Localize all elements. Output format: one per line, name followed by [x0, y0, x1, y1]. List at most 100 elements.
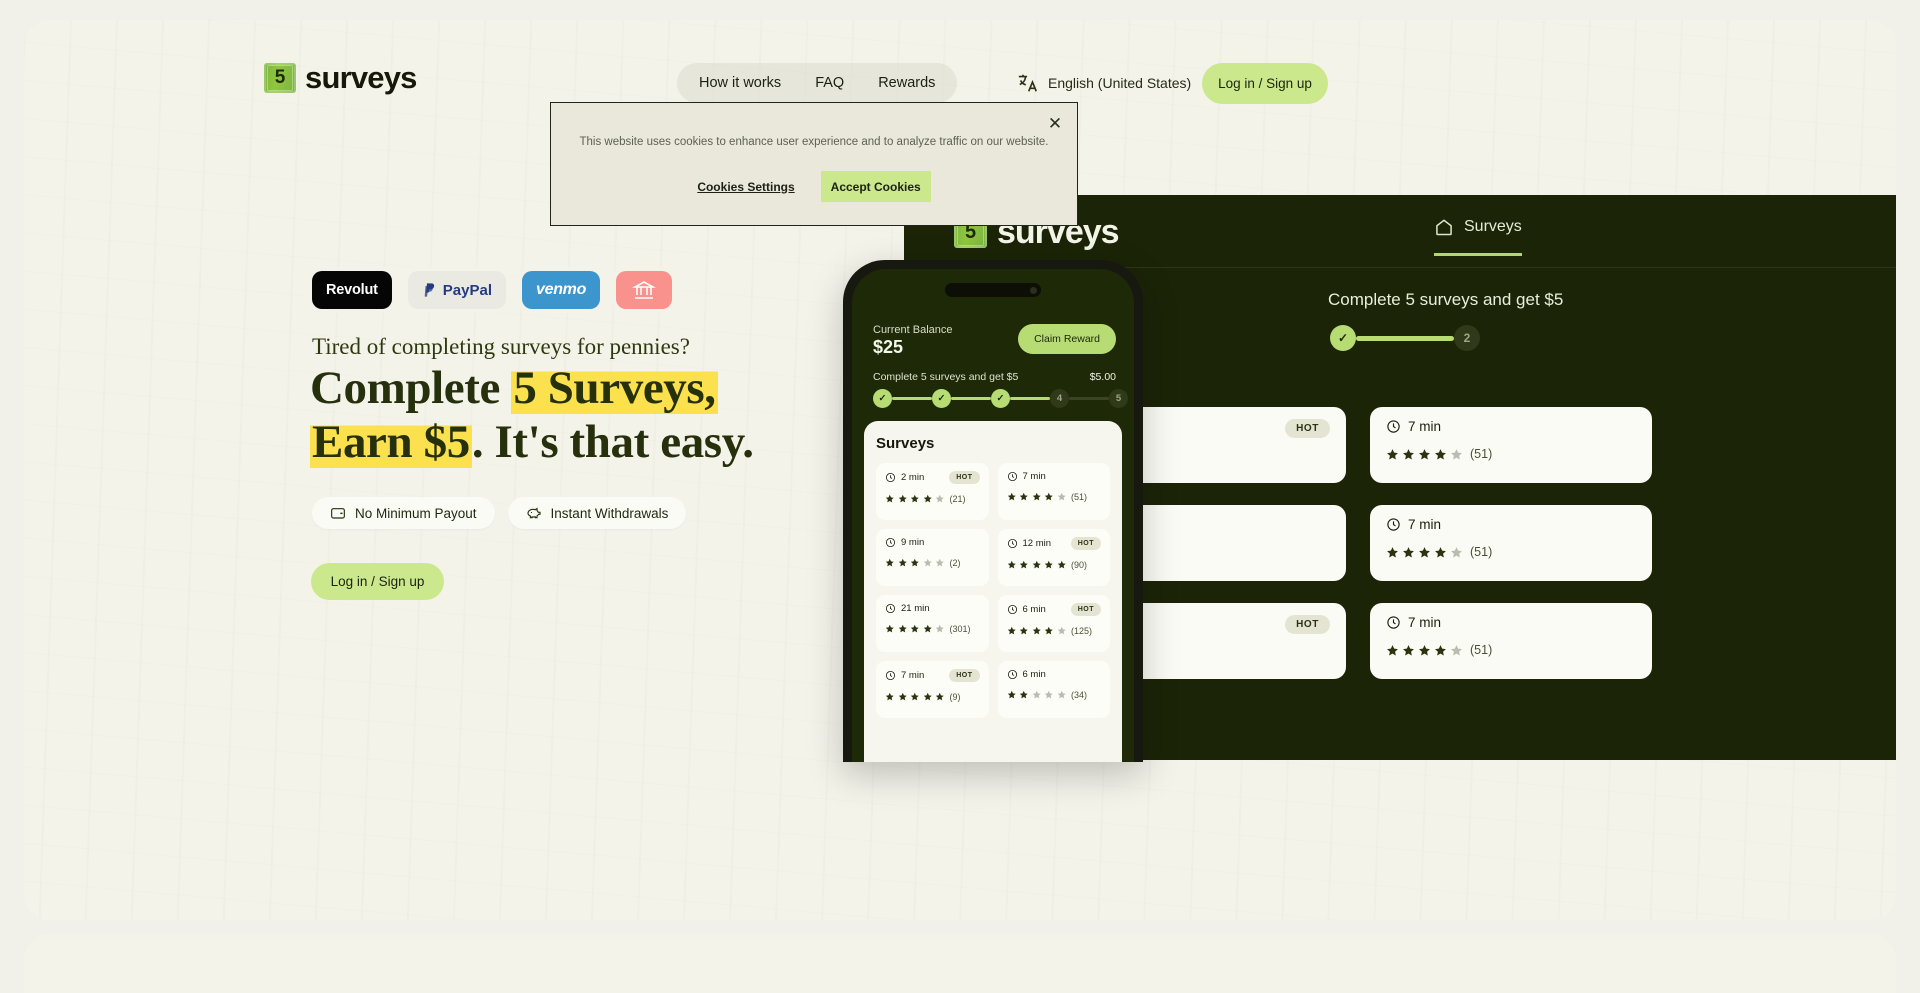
header-login-button[interactable]: Log in / Sign up [1202, 63, 1328, 104]
logo-wordmark: surveys [305, 60, 417, 95]
star-icon [935, 693, 944, 701]
cookie-actions: Cookies Settings Accept Cookies [551, 171, 1077, 202]
clock-icon [885, 537, 896, 548]
star-icon [910, 625, 919, 633]
phone-card-count: (21) [949, 494, 966, 504]
preview-card-count-3: (51) [1470, 643, 1493, 657]
phone-survey-card[interactable]: 6 min (34) [997, 661, 1110, 718]
phone-surveys-sheet: Surveys 2 min HOT (21) 7 min (51) 9 min (2) 12 … [864, 421, 1122, 762]
clock-icon [1007, 669, 1017, 680]
language-selector[interactable]: English (United States) [1017, 72, 1191, 94]
star-icon [910, 559, 919, 567]
feature-pill-instant-withdrawals: Instant Withdrawals [507, 497, 687, 529]
star-icon [1032, 691, 1041, 699]
phone-card-rating: (301) [885, 624, 980, 634]
cookie-message: This website uses cookies to enhance use… [579, 136, 1049, 148]
phone-survey-card[interactable]: 7 min (51) [997, 463, 1110, 520]
phone-card-time-label: 9 min [901, 537, 925, 548]
star-icon [885, 693, 894, 701]
accept-cookies-button[interactable]: Accept Cookies [820, 171, 931, 202]
payment-badge-revolut: Revolut [312, 271, 392, 309]
phone-card-rating: (21) [885, 494, 980, 504]
phone-card-count: (34) [1071, 690, 1088, 700]
clock-icon [1007, 604, 1017, 615]
preview-survey-card-right[interactable]: 7 min (51) [1370, 505, 1652, 581]
preview-survey-card-right[interactable]: 7 min (51) [1370, 603, 1652, 679]
bottom-section-title: Why we be tired, hun... we knew? [24, 988, 1896, 993]
preview-card-count-2: (51) [1470, 545, 1493, 559]
star-rating [885, 494, 945, 504]
preview-card-time-right: 7 min [1386, 419, 1441, 434]
phone-card-rating: (51) [1007, 492, 1102, 502]
star-icon [1044, 627, 1053, 635]
nav-item-how-it-works[interactable]: How it works [699, 75, 781, 91]
star-icon [1451, 644, 1462, 655]
phone-card-time: 2 min [885, 472, 924, 483]
phone-step-bar-3 [1010, 396, 1050, 401]
star-icon [898, 559, 907, 567]
preview-survey-card-right[interactable]: 7 min (51) [1370, 407, 1652, 483]
headline-part-plain: Complete [310, 362, 512, 414]
star-icon [1019, 627, 1028, 635]
nav-item-faq[interactable]: FAQ [815, 75, 844, 91]
payment-badge-venmo: venmo [522, 271, 601, 309]
clock-icon [1387, 518, 1400, 531]
star-icon [923, 693, 932, 701]
star-icon [1057, 561, 1066, 569]
star-icon [885, 495, 894, 503]
star-icon [1032, 561, 1041, 569]
preview-card-time-right: 7 min [1386, 615, 1441, 630]
star-icon [1007, 691, 1016, 699]
hero-section: 5 surveys How it works FAQ Rewards Engli… [24, 20, 1896, 920]
phone-card-count: (2) [949, 558, 961, 568]
payment-methods: Revolut PayPal venmo [312, 271, 673, 309]
phone-survey-card[interactable]: 9 min (2) [876, 529, 989, 586]
phone-card-time-label: 21 min [901, 603, 930, 614]
star-icon [1403, 644, 1414, 655]
star-icon [923, 559, 932, 567]
home-icon [1436, 219, 1452, 236]
star-rating [885, 692, 945, 702]
star-icon [1057, 691, 1066, 699]
cookies-settings-button[interactable]: Cookies Settings [697, 180, 794, 194]
phone-card-time-label: 6 min [1022, 669, 1046, 680]
phone-survey-card[interactable]: 7 min HOT (9) [876, 661, 989, 718]
star-rating [1386, 546, 1463, 559]
phone-step-bar-4 [1069, 396, 1109, 401]
preview-tab-surveys[interactable]: Surveys [1434, 217, 1522, 256]
star-rating [1386, 448, 1463, 461]
phone-card-hot-badge: HOT [949, 471, 980, 484]
phone-survey-card[interactable]: 2 min HOT (21) [876, 463, 989, 520]
phone-card-time-label: 7 min [1022, 471, 1046, 482]
phone-survey-card[interactable]: 12 min HOT (90) [997, 529, 1110, 586]
preview-card-rating-2: (51) [1386, 545, 1636, 559]
preview-step-1: ✓ [1330, 325, 1356, 351]
phone-card-count: (301) [949, 624, 971, 634]
site-logo[interactable]: 5 surveys [264, 60, 417, 96]
star-icon [1419, 448, 1430, 459]
bank-icon [632, 281, 657, 299]
star-icon [1019, 691, 1028, 699]
phone-mockup: Current Balance $25 Claim Reward Complet… [843, 260, 1143, 762]
phone-card-time: 7 min [885, 670, 924, 681]
star-icon [1019, 493, 1028, 501]
headline-line-2: Earn $5. It's that easy. [310, 416, 754, 468]
clock-icon [1387, 616, 1400, 629]
piggy-bank-icon [526, 507, 541, 519]
phone-balance-label: Current Balance [873, 324, 953, 336]
hero-cta-login-button[interactable]: Log in / Sign up [311, 563, 444, 600]
phone-progress-label: Complete 5 surveys and get $5 [873, 371, 1019, 383]
phone-card-hot-badge: HOT [1070, 537, 1101, 550]
preview-card-time-label-3: 7 min [1408, 615, 1442, 630]
phone-survey-card[interactable]: 6 min HOT (125) [997, 595, 1110, 652]
preview-progress-steps: ✓ 2 [1330, 325, 1480, 351]
star-icon [898, 625, 907, 633]
phone-survey-card[interactable]: 21 min (301) [876, 595, 989, 652]
star-icon [1019, 561, 1028, 569]
star-icon [910, 693, 919, 701]
nav-item-rewards[interactable]: Rewards [878, 75, 935, 91]
hero-feature-pills: No Minimum Payout Instant Withdrawals [312, 497, 687, 529]
star-icon [1387, 448, 1398, 459]
claim-reward-button[interactable]: Claim Reward [1018, 324, 1116, 354]
cookie-close-button[interactable]: ✕ [1044, 112, 1066, 134]
